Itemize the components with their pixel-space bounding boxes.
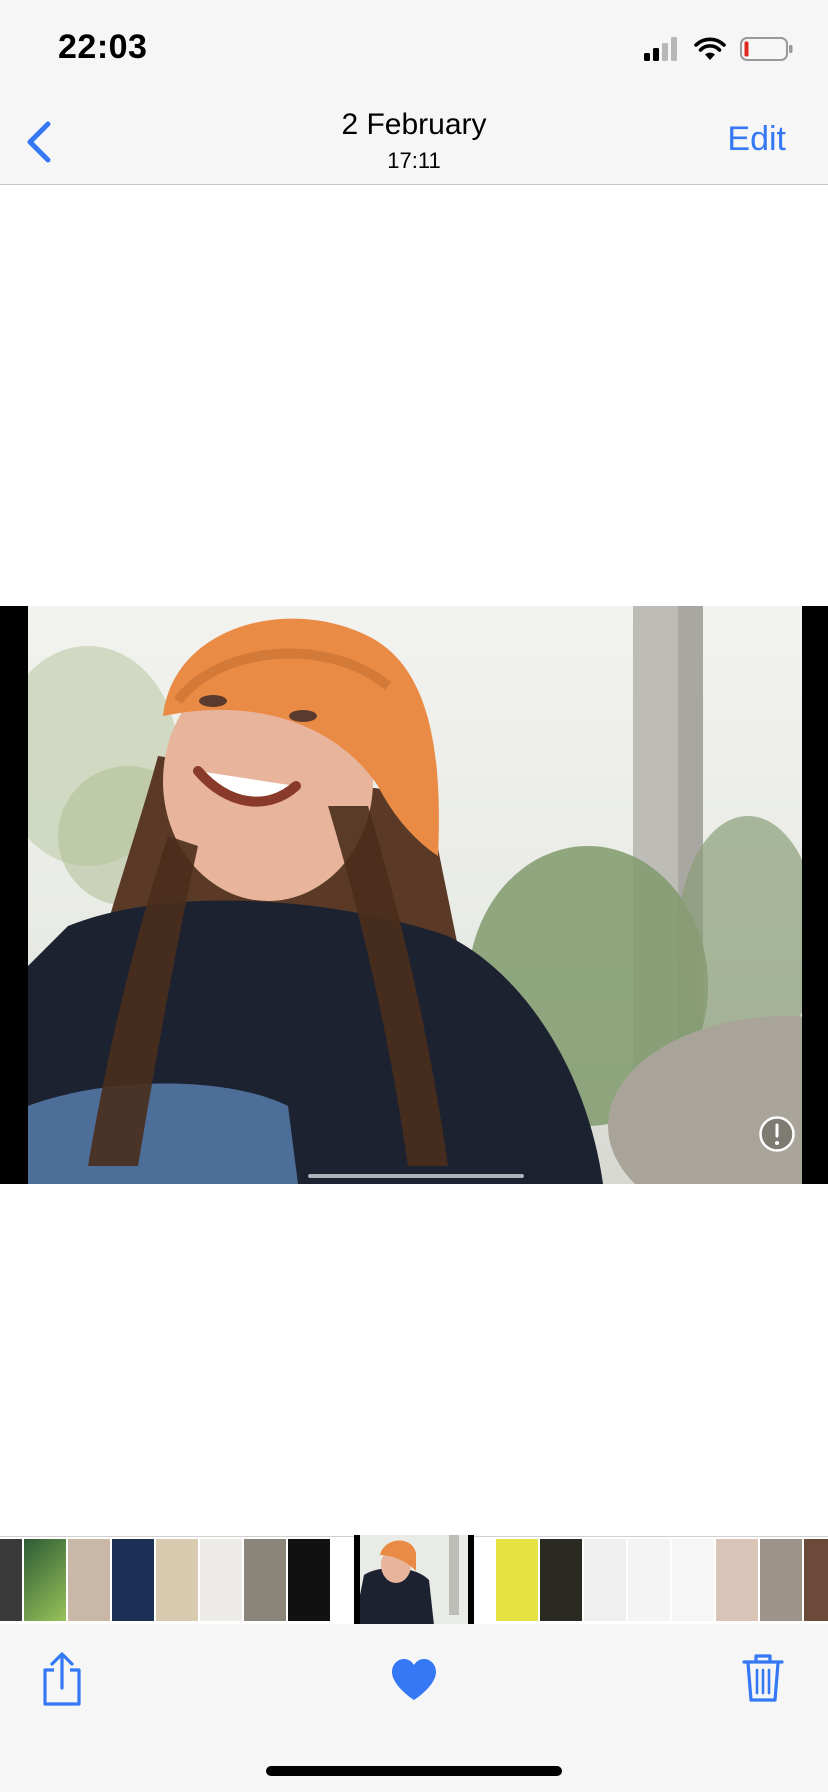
thumbnail[interactable]	[68, 1539, 110, 1621]
exclamation-circle-icon	[759, 1116, 795, 1152]
status-time: 22:03	[58, 28, 148, 66]
home-indicator	[266, 1766, 562, 1776]
thumbnail[interactable]	[24, 1539, 66, 1621]
edit-button[interactable]: Edit	[727, 120, 786, 159]
page-title: 2 February	[341, 108, 487, 141]
delete-button[interactable]	[742, 1652, 784, 1704]
thumbnail[interactable]	[628, 1539, 670, 1621]
thumbnail[interactable]	[112, 1539, 154, 1621]
share-icon	[43, 1652, 81, 1706]
thumbnail[interactable]	[0, 1539, 22, 1621]
battery-low-icon	[740, 37, 793, 61]
cellular-signal-icon	[644, 37, 677, 61]
favorite-button[interactable]	[390, 1658, 438, 1702]
wifi-icon	[694, 37, 726, 60]
status-bar: 22:03	[0, 0, 828, 100]
live-photo-scrubber	[308, 1174, 524, 1178]
status-icons	[644, 34, 794, 64]
nav-bar: 2 February 17:11 Edit	[0, 100, 828, 185]
thumbnail[interactable]	[200, 1539, 242, 1621]
photo-viewer[interactable]	[0, 606, 828, 1184]
thumbnail-strip[interactable]	[0, 1535, 828, 1625]
thumbnail-current[interactable]	[354, 1535, 474, 1625]
thumbnail[interactable]	[716, 1539, 758, 1621]
selfie-photo	[28, 606, 802, 1184]
thumbnail[interactable]	[584, 1539, 626, 1621]
thumbnail[interactable]	[672, 1539, 714, 1621]
thumbnail[interactable]	[288, 1539, 330, 1621]
share-button[interactable]	[40, 1652, 84, 1708]
heart-filled-icon	[392, 1659, 436, 1700]
thumbnail[interactable]	[496, 1539, 538, 1621]
thumbnail[interactable]	[156, 1539, 198, 1621]
thumbnail[interactable]	[244, 1539, 286, 1621]
trash-icon	[742, 1654, 784, 1702]
thumbnail[interactable]	[804, 1539, 828, 1621]
info-button[interactable]	[758, 1115, 796, 1153]
thumbnail[interactable]	[540, 1539, 582, 1621]
page-subtitle-time: 17:11	[387, 148, 441, 173]
thumbnail[interactable]	[760, 1539, 802, 1621]
